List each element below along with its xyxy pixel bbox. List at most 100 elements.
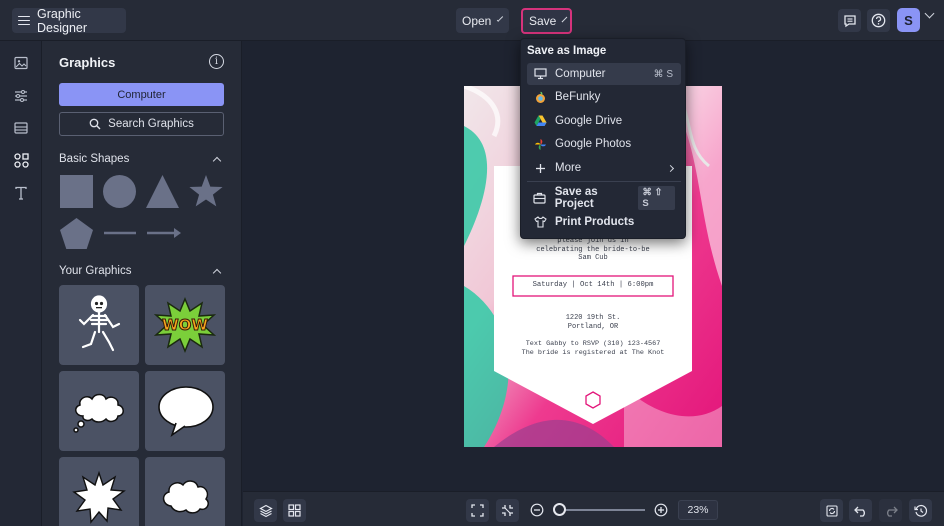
invite-registry: The bride is registered at The Knot	[521, 348, 665, 357]
invite-date: Saturday | Oct 14th | 6:00pm	[532, 281, 654, 289]
befunky-icon	[533, 90, 547, 104]
graphic-tile-spiky-bubble[interactable]	[59, 457, 139, 526]
upload-computer-button[interactable]: Computer	[59, 83, 224, 106]
menu-item-label: BeFunky	[555, 91, 601, 103]
actual-size-button[interactable]	[496, 499, 519, 522]
chevron-down-icon	[497, 15, 504, 22]
invite-rsvp: Text Gabby to RSVP (310) 123-4567	[525, 340, 661, 348]
graphic-tile-speech-bubble[interactable]	[145, 371, 225, 451]
skeleton-graphic	[78, 295, 121, 352]
arrow-shape[interactable]	[145, 225, 182, 241]
zoom-in-icon[interactable]	[654, 503, 668, 517]
wow-burst-graphic: WOW	[154, 297, 216, 353]
layout-icon[interactable]	[11, 118, 31, 138]
save-dropdown[interactable]: Save	[521, 8, 572, 34]
fit-to-screen-button[interactable]	[466, 499, 489, 522]
adjust-sliders-icon[interactable]	[11, 86, 31, 106]
tshirt-icon	[533, 215, 547, 229]
save-label: Save	[529, 14, 557, 28]
plus-icon	[533, 161, 547, 175]
square-shape[interactable]	[59, 174, 94, 209]
redo-icon	[886, 506, 898, 517]
redo-button[interactable]	[879, 499, 902, 522]
graphic-tile-skeleton[interactable]	[59, 285, 139, 365]
your-graphics-label: Your Graphics	[59, 265, 132, 277]
fit-screen-icon	[471, 504, 484, 517]
user-avatar[interactable]: S	[897, 8, 920, 32]
graphics-panel: Graphics i Computer Search Graphics Basi…	[42, 41, 242, 526]
google-photos-icon	[533, 137, 547, 151]
help-icon	[871, 13, 886, 28]
comments-button[interactable]	[838, 9, 861, 32]
history-button[interactable]	[909, 499, 932, 522]
monitor-icon	[533, 67, 547, 81]
invite-address-1: 1220 19th St.	[565, 314, 621, 322]
menu-item-label: Computer	[555, 68, 606, 80]
speech-bubble-graphic	[158, 386, 214, 438]
app-menu-button[interactable]: Graphic Designer	[12, 6, 126, 35]
graphic-tile-cloud-bubble-2[interactable]	[145, 457, 225, 526]
print-products-item[interactable]: Print Products	[527, 211, 681, 233]
briefcase-icon	[533, 191, 547, 205]
zoom-out-icon[interactable]	[530, 503, 544, 517]
your-graphics-header[interactable]: Your Graphics	[59, 265, 224, 277]
replace-button[interactable]	[820, 499, 843, 522]
search-graphics-label: Search Graphics	[108, 118, 194, 130]
tool-rail	[0, 41, 42, 526]
spiky-bubble-graphic	[72, 470, 126, 524]
more-destinations-item[interactable]: More	[527, 157, 681, 179]
layers-icon	[258, 504, 273, 517]
search-graphics-button[interactable]: Search Graphics	[59, 112, 224, 136]
chevron-right-icon	[666, 164, 675, 172]
history-icon	[913, 504, 927, 517]
svg-text:WOW: WOW	[162, 316, 208, 334]
layers-button[interactable]	[254, 499, 277, 522]
line-shape[interactable]	[102, 225, 138, 241]
help-button[interactable]	[867, 9, 890, 32]
top-bar: Graphic Designer Open Save S	[0, 0, 944, 41]
menu-item-label: More	[555, 162, 582, 174]
chevron-down-icon	[562, 16, 568, 22]
cloud-bubble-graphic	[162, 480, 209, 514]
graphic-tile-cloud-bubble[interactable]	[59, 371, 139, 451]
basic-shapes-header[interactable]: Basic Shapes	[59, 153, 224, 165]
cloud-bubble-graphic	[73, 393, 124, 433]
save-as-project-item[interactable]: Save as Project ⌘ ⇧ S	[527, 186, 681, 210]
undo-icon	[853, 506, 865, 517]
triangle-shape[interactable]	[145, 174, 180, 209]
graphic-tile-wow[interactable]: WOW	[145, 285, 225, 365]
panel-title: Graphics	[59, 55, 116, 70]
undo-button[interactable]	[849, 499, 872, 522]
pentagon-shape[interactable]	[59, 217, 94, 250]
search-icon	[89, 118, 101, 130]
circle-shape[interactable]	[102, 174, 137, 209]
info-icon[interactable]: i	[209, 54, 224, 69]
basic-shapes-label: Basic Shapes	[59, 153, 130, 165]
shrink-icon	[502, 505, 513, 516]
star-shape[interactable]	[188, 174, 224, 209]
open-dropdown[interactable]: Open	[456, 8, 509, 33]
save-menu: Save as Image Computer ⌘ S BeFunky Googl…	[520, 38, 686, 239]
menu-item-label: Save as Project	[554, 186, 598, 210]
invite-address-2: Portland, OR	[567, 322, 619, 331]
zoom-slider-thumb[interactable]	[553, 503, 566, 516]
invite-line-2: celebrating the bride-to-be	[536, 245, 650, 254]
save-to-befunky-item[interactable]: BeFunky	[527, 86, 681, 108]
text-tool-icon[interactable]	[11, 183, 31, 203]
save-to-google-photos-item[interactable]: Google Photos	[527, 133, 681, 155]
zoom-slider-track[interactable]	[559, 509, 645, 511]
shortcut-label: ⌘ ⇧ S	[638, 186, 675, 210]
chevron-down-icon[interactable]	[924, 8, 935, 19]
google-drive-icon	[533, 114, 547, 128]
save-to-computer-item[interactable]: Computer ⌘ S	[527, 63, 681, 85]
shortcut-label: ⌘ S	[653, 68, 673, 80]
save-to-google-drive-item[interactable]: Google Drive	[527, 110, 681, 132]
menu-divider	[527, 181, 681, 182]
comment-icon	[843, 14, 856, 27]
hamburger-icon	[18, 15, 30, 26]
graphics-tool-icon[interactable]	[11, 150, 31, 170]
zoom-level-field[interactable]: 23%	[678, 500, 718, 520]
grid-button[interactable]	[283, 499, 306, 522]
app-title: Graphic Designer	[36, 6, 88, 35]
image-tool-icon[interactable]	[11, 53, 31, 73]
